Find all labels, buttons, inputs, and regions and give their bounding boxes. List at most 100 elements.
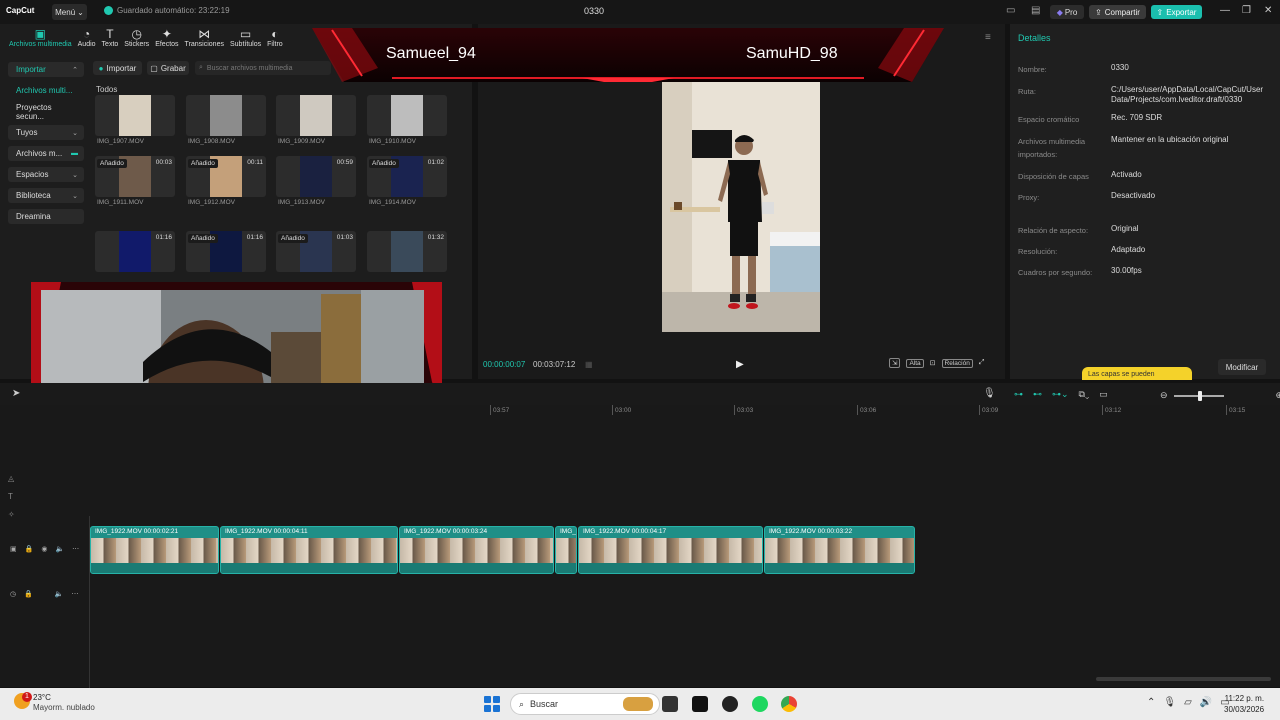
magnet-icon[interactable]: ⊷	[1033, 389, 1042, 400]
import-button[interactable]: ● Importar	[93, 61, 142, 75]
sidebar-item-media-files[interactable]: Archivos multi...	[8, 83, 84, 98]
tab-stickers[interactable]: ◷ Stickers	[121, 28, 152, 52]
preview-axis-icon[interactable]: ⊶⌄	[1052, 389, 1069, 400]
minimize-icon[interactable]: —	[1220, 5, 1230, 16]
sidebar-item-yours[interactable]: Tuyos ⌄	[8, 125, 84, 140]
clip-thumbnails	[556, 538, 576, 563]
media-item[interactable]: Añadido 01:02 IMG_1914.MOV	[367, 156, 447, 210]
detail-value[interactable]: 0330	[1111, 63, 1276, 73]
play-button[interactable]: ▶	[736, 359, 744, 370]
timeline-clip[interactable]: IMG_1922.MOV 00:00:04:11	[220, 526, 398, 574]
microphone-icon[interactable]: 🎙	[1163, 697, 1176, 708]
timeline-clip[interactable]: IMG_1	[555, 526, 577, 574]
effect-track-icon[interactable]: ✧	[8, 506, 15, 524]
timecode-grid-icon[interactable]: ▦	[585, 360, 593, 369]
menu-button[interactable]: Menú ⌄	[52, 4, 87, 20]
tab-text[interactable]: T Texto	[99, 28, 122, 52]
lock-icon[interactable]: 🔒	[25, 545, 34, 553]
tab-transitions[interactable]: ⋈ Transiciones	[182, 28, 227, 52]
more-icon[interactable]: ⋯	[72, 590, 79, 598]
text-track-icon[interactable]: T	[8, 488, 15, 506]
media-item[interactable]: Añadido 00:03 IMG_1911.MOV	[95, 156, 175, 210]
chrome-taskbar-icon[interactable]	[781, 696, 797, 712]
quality-button[interactable]: Alta	[906, 358, 924, 368]
tab-filter[interactable]: ◐ Filtro	[264, 28, 286, 52]
task-view-icon[interactable]	[662, 696, 678, 712]
volume-icon[interactable]: 🔈	[55, 590, 64, 598]
media-item[interactable]: IMG_1907.MOV	[95, 95, 175, 149]
ratio-button[interactable]: Relación	[941, 358, 973, 368]
tab-media[interactable]: ▣ Archivos multimedia	[6, 28, 75, 52]
lock-icon[interactable]: 🔒	[24, 590, 33, 598]
volume-icon[interactable]: 🔊	[1200, 697, 1212, 708]
microphone-icon[interactable]: 🎙	[983, 388, 996, 399]
modify-button[interactable]: Modificar	[1218, 359, 1266, 375]
chevron-up-icon[interactable]: ⌃	[1147, 697, 1155, 708]
media-item[interactable]: IMG_1908.MOV	[186, 95, 266, 149]
timeline-clip[interactable]: IMG_1922.MOV 00:00:03:22	[764, 526, 915, 574]
media-item[interactable]: Añadido 01:03	[276, 231, 356, 285]
pro-button[interactable]: ◆ Pro	[1050, 5, 1084, 19]
timeline-clip[interactable]: IMG_1922.MOV 00:00:02:21	[90, 526, 219, 574]
sidebar-item-import[interactable]: Importar ⌃	[8, 62, 84, 77]
timeline-clip[interactable]: IMG_1922.MOV 00:00:04:17	[578, 526, 763, 574]
media-item[interactable]: IMG_1910.MOV	[367, 95, 447, 149]
filter-icon: ◐	[271, 27, 279, 41]
media-item[interactable]: 00:59 IMG_1913.MOV	[276, 156, 356, 210]
maximize-icon[interactable]: ❐	[1242, 5, 1251, 16]
tab-effects[interactable]: ✦ Efectos	[152, 28, 181, 52]
eye-icon[interactable]: ◉	[41, 545, 47, 553]
windows-start-icon[interactable]	[484, 696, 500, 712]
media-item[interactable]: IMG_1909.MOV	[276, 95, 356, 149]
caption-icon[interactable]: ▭	[1099, 389, 1108, 400]
taskbar-clock[interactable]: 11:22 p. m. 30/03/2026	[1224, 693, 1264, 715]
player-preview-video[interactable]	[662, 82, 820, 332]
tab-subtitles[interactable]: ▭ Subtítulos	[227, 28, 264, 52]
sidebar-item-dreamina[interactable]: Dreamina	[8, 209, 84, 224]
export-button[interactable]: ⇧ Exportar	[1151, 5, 1202, 19]
obs-taskbar-icon[interactable]	[722, 696, 738, 712]
weather-widget[interactable]: 23°C Mayorm. nublado	[33, 693, 95, 713]
player-menu-icon[interactable]: ≡	[985, 32, 991, 43]
zoom-slider[interactable]	[1173, 390, 1224, 401]
select-cursor-icon[interactable]: ➤	[12, 388, 20, 399]
timeline-scrollbar[interactable]	[1096, 677, 1271, 681]
media-item[interactable]: Añadido 01:16	[186, 231, 266, 285]
record-button[interactable]: ▢ Grabar	[147, 61, 189, 75]
clip-thumbnails	[400, 538, 553, 563]
sidebar-item-spaces[interactable]: Espacios ⌄	[8, 167, 84, 182]
sidebar-item-media-m[interactable]: Archivos m... ▬	[8, 146, 84, 161]
volume-icon[interactable]: 🔈	[55, 545, 64, 553]
sidebar-item-library[interactable]: Biblioteca ⌄	[8, 188, 84, 203]
tab-audio[interactable]: ◔ Audio	[75, 28, 99, 52]
media-thumbnail	[95, 95, 175, 136]
close-icon[interactable]: ✕	[1264, 5, 1272, 16]
sticker-track-icon[interactable]: ◬	[8, 470, 15, 488]
zoom-slider-knob[interactable]	[1197, 390, 1202, 401]
audio-track-icon[interactable]: ◷	[10, 590, 16, 598]
shortcuts-icon[interactable]: ▤	[1031, 5, 1040, 16]
capcut-taskbar-icon[interactable]	[692, 696, 708, 712]
media-item[interactable]: Añadido 00:11 IMG_1912.MOV	[186, 156, 266, 210]
clip-label: IMG_1922.MOV 00:00:04:17	[583, 528, 667, 535]
more-icon[interactable]: ⋯	[72, 545, 79, 553]
crop-icon[interactable]: ⊡	[930, 359, 936, 367]
layout-icon[interactable]: ▭	[1006, 5, 1015, 16]
cover-icon[interactable]: ▣	[10, 545, 17, 553]
media-item[interactable]: 01:32	[367, 231, 447, 285]
expand-icon[interactable]: ⤢	[979, 359, 985, 367]
taskbar-search[interactable]: ⌕ Buscar	[510, 693, 660, 715]
zoom-out-icon[interactable]: ⊖	[1160, 390, 1168, 401]
spotify-taskbar-icon[interactable]	[752, 696, 768, 712]
media-search-input[interactable]: ⌕ Buscar archivos multimedia	[195, 61, 331, 75]
fullscreen-mode-icon[interactable]: ⇲	[889, 358, 901, 368]
media-item[interactable]: 01:16	[95, 231, 175, 285]
split-icon[interactable]: ⧉⌄	[1079, 389, 1090, 400]
zoom-in-icon[interactable]: ⊕	[1276, 390, 1280, 401]
timeline-clip[interactable]: IMG_1922.MOV 00:00:03:24	[399, 526, 554, 574]
share-button[interactable]: ⇪ Compartir	[1089, 5, 1146, 19]
wifi-icon[interactable]: ▱	[1184, 697, 1192, 708]
link-icon[interactable]: ⊶	[1014, 389, 1023, 400]
sidebar-item-secondary-projects[interactable]: Proyectos secun...	[8, 103, 84, 121]
project-title[interactable]: 0330	[584, 6, 604, 16]
